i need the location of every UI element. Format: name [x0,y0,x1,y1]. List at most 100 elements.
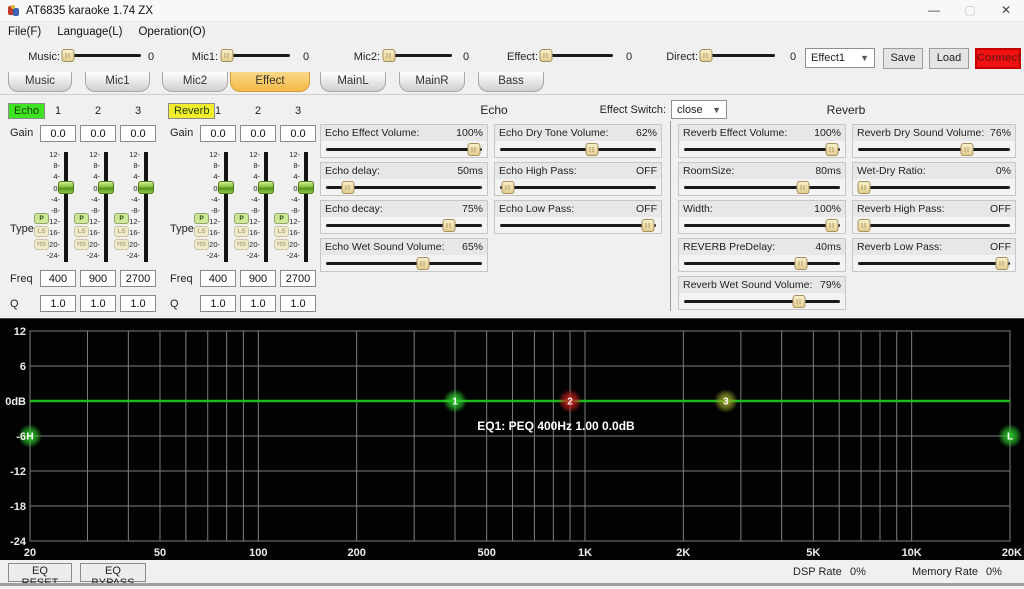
filter-type-peq-button[interactable]: P [194,213,209,224]
eq-reset-button[interactable]: EQ RESET [8,563,72,582]
gain-input[interactable] [280,125,316,142]
slider-thumb[interactable] [700,49,713,62]
freq-input[interactable] [200,270,236,287]
tab-bass[interactable]: Bass [478,72,544,92]
tab-effect[interactable]: Effect [230,72,310,92]
filter-type-highshelf-button[interactable]: HS [194,239,209,250]
slider-thumb[interactable] [642,219,655,232]
gain-input[interactable] [240,125,276,142]
slider-thumb[interactable] [416,257,429,270]
fader-thumb[interactable] [98,181,114,194]
direct-volume-slider[interactable] [701,49,775,63]
slider-thumb[interactable] [858,219,871,232]
eq-bypass-button[interactable]: EQ BYPASS [80,563,146,582]
fader-thumb[interactable] [218,181,234,194]
filter-type-highshelf-button[interactable]: HS [114,239,129,250]
eq-band1-fader[interactable]: 12- 8- 4- 0- -4- -8- -12- -16- -20- -24-… [34,149,72,265]
slider-thumb[interactable] [858,181,871,194]
reverb-wet-sound-volume-slider[interactable] [684,295,840,309]
save-button[interactable]: Save [883,48,923,69]
tab-mic1[interactable]: Mic1 [85,72,150,92]
preset-select[interactable]: Effect1 ▼ [805,48,875,68]
slider-thumb[interactable] [540,49,553,62]
filter-type-lowshelf-button[interactable]: LS [274,226,289,237]
fader-thumb[interactable] [138,181,154,194]
q-input[interactable] [200,295,236,312]
close-button[interactable]: ✕ [988,0,1024,21]
eq-band2-fader[interactable]: 12- 8- 4- 0- -4- -8- -12- -16- -20- -24-… [234,149,272,265]
reverb-high-pass-slider[interactable] [858,219,1010,233]
slider-thumb[interactable] [796,181,809,194]
filter-type-highshelf-button[interactable]: HS [74,239,89,250]
filter-type-highshelf-button[interactable]: HS [274,239,289,250]
slider-thumb[interactable] [341,181,354,194]
echo-effect-volume-slider[interactable] [326,143,482,157]
tab-mainr[interactable]: MainR [399,72,465,92]
q-input[interactable] [280,295,316,312]
echo-wet-sound-volume-slider[interactable] [326,257,482,271]
filter-type-lowshelf-button[interactable]: LS [34,226,49,237]
eq-band3-fader[interactable]: 12- 8- 4- 0- -4- -8- -12- -16- -20- -24-… [114,149,152,265]
slider-thumb[interactable] [220,49,233,62]
slider-thumb[interactable] [62,49,75,62]
filter-type-highshelf-button[interactable]: HS [34,239,49,250]
reverb-effect-volume-slider[interactable] [684,143,840,157]
tab-music[interactable]: Music [8,72,72,92]
minimize-button[interactable]: — [916,0,952,21]
slider-thumb[interactable] [826,219,839,232]
q-input[interactable] [40,295,76,312]
roomsize-slider[interactable] [684,181,840,195]
slider-thumb[interactable] [795,257,808,270]
freq-input[interactable] [120,270,156,287]
slider-thumb[interactable] [826,143,839,156]
q-input[interactable] [120,295,156,312]
fader-thumb[interactable] [58,181,74,194]
eq-response-graph[interactable]: H123L20501002005001K2K5K10K20K1260dB-6-1… [0,319,1024,561]
echo-dry-tone-volume-slider[interactable] [500,143,656,157]
reverb-low-pass-slider[interactable] [858,257,1010,271]
load-button[interactable]: Load [929,48,969,69]
eq-band2-fader[interactable]: 12- 8- 4- 0- -4- -8- -12- -16- -20- -24-… [74,149,112,265]
slider-thumb[interactable] [443,219,456,232]
filter-type-peq-button[interactable]: P [114,213,129,224]
effect-volume-slider[interactable] [541,49,613,63]
slider-thumb[interactable] [382,49,395,62]
gain-input[interactable] [120,125,156,142]
reverb-predelay-slider[interactable] [684,257,840,271]
echo-low-pass-slider[interactable] [500,219,656,233]
echo-high-pass-slider[interactable] [500,181,656,195]
eq-band1-fader[interactable]: 12- 8- 4- 0- -4- -8- -12- -16- -20- -24-… [194,149,232,265]
maximize-button[interactable]: ▢ [952,0,988,21]
slider-thumb[interactable] [996,257,1009,270]
q-input[interactable] [80,295,116,312]
filter-type-peq-button[interactable]: P [34,213,49,224]
slider-thumb[interactable] [793,295,806,308]
q-input[interactable] [240,295,276,312]
echo-delay-slider[interactable] [326,181,482,195]
tab-mic2[interactable]: Mic2 [162,72,228,92]
filter-type-peq-button[interactable]: P [234,213,249,224]
menu-file[interactable]: File(F) [8,26,41,38]
filter-type-highshelf-button[interactable]: HS [234,239,249,250]
eq-band3-fader[interactable]: 12- 8- 4- 0- -4- -8- -12- -16- -20- -24-… [274,149,312,265]
freq-input[interactable] [280,270,316,287]
mic2-volume-slider[interactable] [384,49,452,63]
slider-thumb[interactable] [586,143,599,156]
tab-mainl[interactable]: MainL [320,72,386,92]
fader-thumb[interactable] [258,181,274,194]
fader-thumb[interactable] [298,181,314,194]
gain-input[interactable] [80,125,116,142]
gain-input[interactable] [200,125,236,142]
slider-thumb[interactable] [961,143,974,156]
filter-type-lowshelf-button[interactable]: LS [234,226,249,237]
freq-input[interactable] [40,270,76,287]
filter-type-peq-button[interactable]: P [74,213,89,224]
reverb-dry-sound-volume-slider[interactable] [858,143,1010,157]
music-volume-slider[interactable] [63,49,141,63]
slider-thumb[interactable] [468,143,481,156]
mic1-volume-slider[interactable] [222,49,290,63]
filter-type-peq-button[interactable]: P [274,213,289,224]
echo-decay-slider[interactable] [326,219,482,233]
filter-type-lowshelf-button[interactable]: LS [194,226,209,237]
filter-type-lowshelf-button[interactable]: LS [74,226,89,237]
